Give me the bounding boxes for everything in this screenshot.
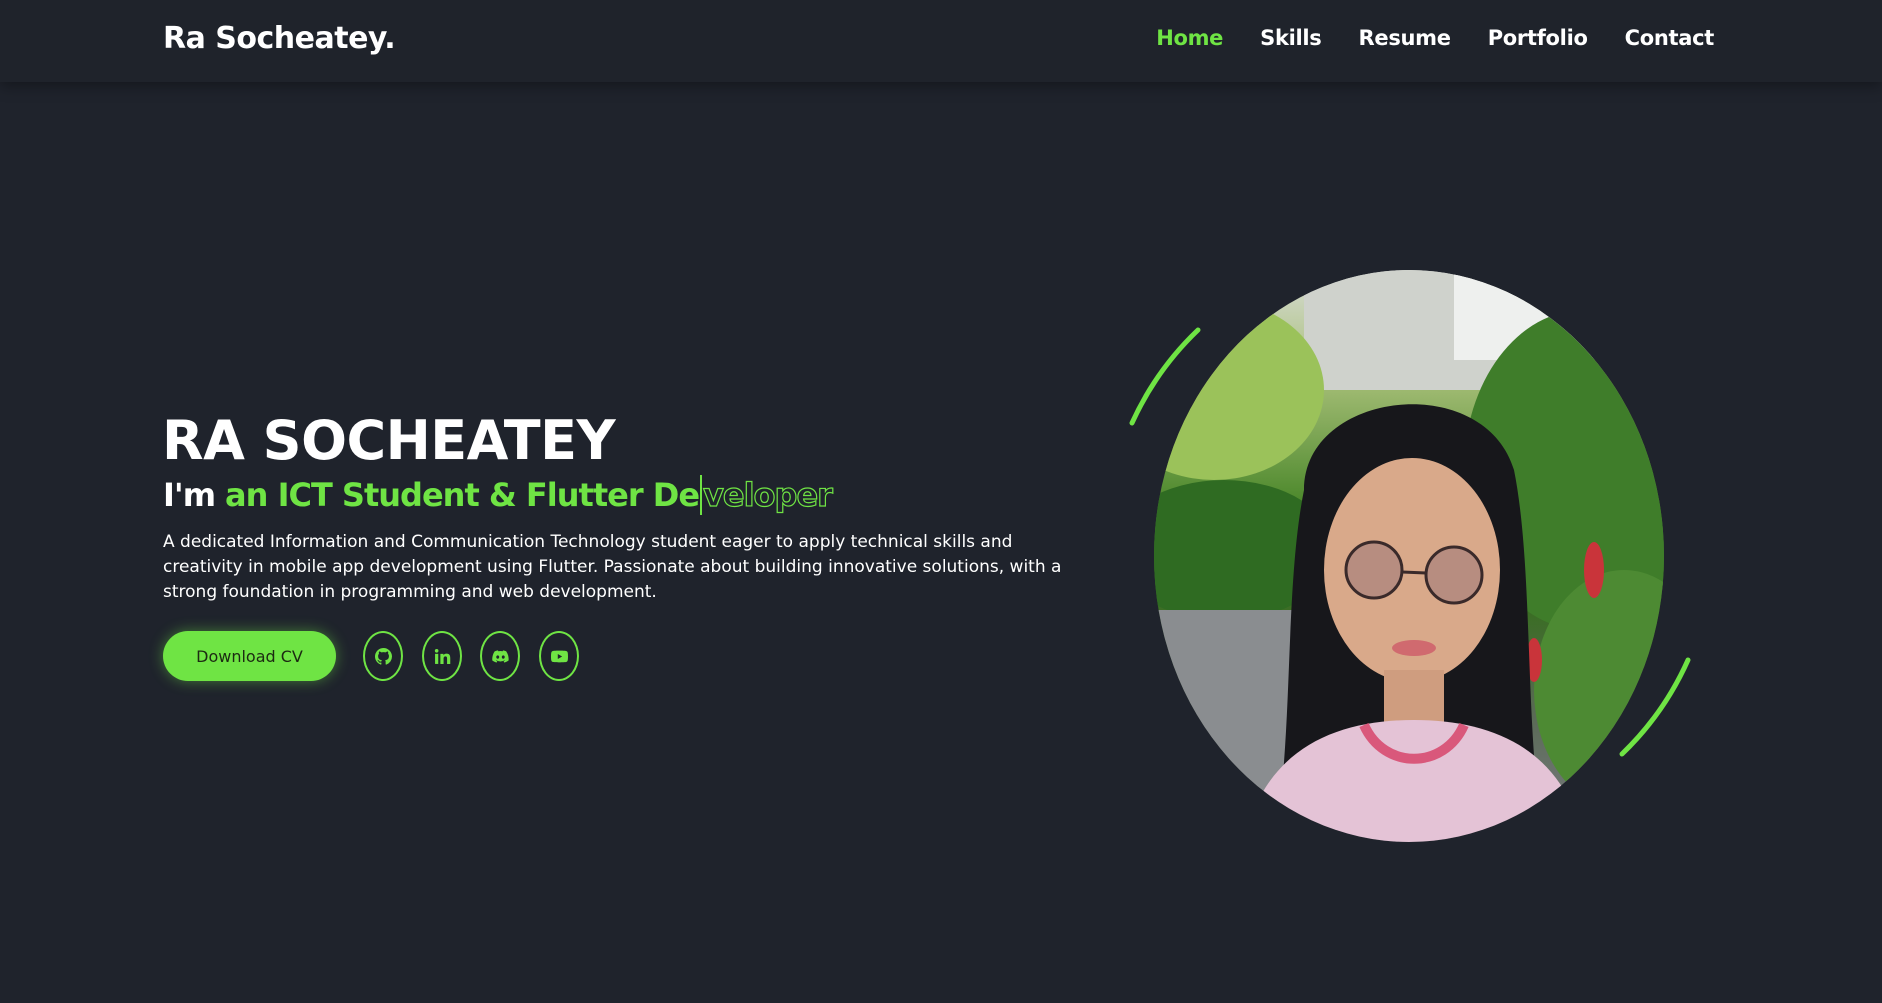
nav-contact[interactable]: Contact	[1625, 26, 1715, 50]
youtube-link[interactable]	[539, 631, 579, 681]
role-prefix: I'm	[163, 476, 216, 514]
discord-link[interactable]	[480, 631, 520, 681]
discord-icon	[491, 649, 509, 663]
nav-skills[interactable]: Skills	[1260, 26, 1322, 50]
nav-portfolio[interactable]: Portfolio	[1488, 26, 1588, 50]
brand-logo[interactable]: Ra Socheatey.	[163, 21, 396, 56]
site-header: Ra Socheatey. Home Skills Resume Portfol…	[0, 0, 1882, 82]
download-cv-button[interactable]: Download CV	[163, 631, 336, 681]
profile-photo-frame	[1110, 258, 1710, 858]
typing-caret	[700, 475, 703, 515]
profile-photo	[1154, 270, 1664, 842]
hero-name: RA SOCHEATEY	[162, 409, 616, 472]
hero-description: A dedicated Information and Communicatio…	[163, 532, 1062, 602]
nav-home[interactable]: Home	[1156, 26, 1223, 50]
role-typed-text: an ICT Student & Flutter De	[225, 476, 700, 514]
github-icon	[374, 647, 392, 665]
hero-role: I'm an ICT Student & Flutter De veloper	[163, 475, 834, 515]
youtube-icon	[550, 650, 568, 662]
nav-resume[interactable]: Resume	[1359, 26, 1451, 50]
main-nav: Home Skills Resume Portfolio Contact	[1156, 26, 1714, 50]
page: Ra Socheatey. Home Skills Resume Portfol…	[0, 0, 1882, 1003]
role-outline-text: veloper	[702, 475, 833, 514]
github-link[interactable]	[363, 631, 403, 681]
linkedin-link[interactable]	[422, 631, 462, 681]
linkedin-icon	[434, 648, 450, 664]
